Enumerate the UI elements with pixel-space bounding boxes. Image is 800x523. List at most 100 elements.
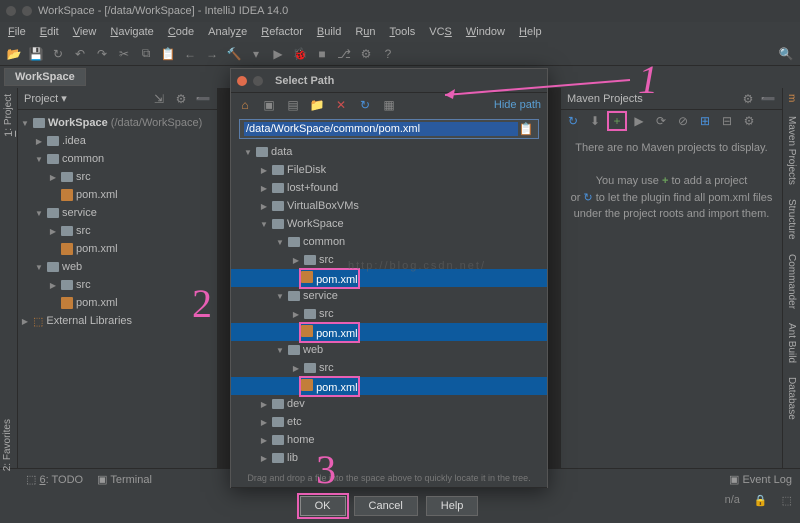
window-control-icon[interactable]: [22, 6, 32, 16]
tab-favorites-rail[interactable]: 2: Favorites: [0, 415, 18, 475]
dialog-tree-node[interactable]: ▶src: [231, 359, 547, 377]
tab-terminal[interactable]: ▣ Terminal: [97, 473, 152, 486]
menu-help[interactable]: Help: [519, 26, 542, 38]
tree-node[interactable]: ▶src: [20, 276, 215, 294]
dialog-tree-node[interactable]: ▼data: [231, 143, 547, 161]
generate-icon[interactable]: ⬇: [587, 113, 603, 129]
add-icon[interactable]: +: [609, 113, 625, 129]
dialog-tree-node[interactable]: ▶dev: [231, 395, 547, 413]
ok-button[interactable]: OK: [300, 496, 346, 516]
tree-node[interactable]: ▶src: [20, 168, 215, 186]
menu-file[interactable]: File: [8, 26, 26, 38]
gear-icon[interactable]: ⚙: [740, 91, 756, 107]
window-control-icon[interactable]: [6, 6, 16, 16]
expand-arrow-icon[interactable]: ▶: [259, 202, 269, 211]
dialog-close-icon[interactable]: [237, 76, 247, 86]
workspace-tab[interactable]: WorkSpace: [4, 68, 86, 86]
menu-view[interactable]: View: [73, 26, 97, 38]
menu-tools[interactable]: Tools: [390, 26, 416, 38]
tab-database[interactable]: Database: [786, 377, 797, 420]
save-icon[interactable]: 💾: [28, 46, 44, 62]
help-icon[interactable]: ?: [380, 46, 396, 62]
status-widget-icon[interactable]: ⬚: [782, 494, 792, 507]
expand-arrow-icon[interactable]: ▼: [275, 238, 285, 247]
dialog-tree-node[interactable]: ▶src: [231, 305, 547, 323]
expand-arrow-icon[interactable]: ▼: [275, 346, 285, 355]
expand-arrow-icon[interactable]: ▶: [291, 256, 301, 265]
refresh-icon[interactable]: ↻: [50, 46, 66, 62]
tree-node[interactable]: ▼service: [20, 204, 215, 222]
expand-arrow-icon[interactable]: ▶: [259, 436, 269, 445]
new-folder-icon[interactable]: 📁: [309, 97, 325, 113]
forward-icon[interactable]: →: [204, 46, 220, 62]
refresh-icon[interactable]: ↻: [357, 97, 373, 113]
tree-node[interactable]: ▶src: [20, 222, 215, 240]
tab-commander[interactable]: Commander: [786, 254, 797, 309]
back-icon[interactable]: ←: [182, 46, 198, 62]
tab-maven-projects-label[interactable]: Maven Projects: [786, 116, 797, 185]
dialog-tree-node[interactable]: ▶lost+found: [231, 179, 547, 197]
tree-node[interactable]: ▼common: [20, 150, 215, 168]
show-hidden-icon[interactable]: ▦: [381, 97, 397, 113]
paste-icon[interactable]: 📋: [160, 46, 176, 62]
hide-icon[interactable]: ➖: [195, 91, 211, 107]
dialog-tree-node[interactable]: ▼web: [231, 341, 547, 359]
dialog-tree-node[interactable]: ▼service: [231, 287, 547, 305]
dialog-tree-node[interactable]: ▶src: [231, 251, 547, 269]
show-deps-icon[interactable]: ⊞: [697, 113, 713, 129]
expand-arrow-icon[interactable]: ▼: [275, 292, 285, 301]
cancel-button[interactable]: Cancel: [354, 496, 418, 516]
search-icon[interactable]: 🔍: [778, 46, 794, 62]
dialog-tree-node[interactable]: ▶VirtualBoxVMs: [231, 197, 547, 215]
tab-ant-build[interactable]: Ant Build: [786, 323, 797, 363]
menu-refactor[interactable]: Refactor: [261, 26, 303, 38]
tree-node[interactable]: pom.xml: [20, 186, 215, 204]
run-icon[interactable]: ▶: [270, 46, 286, 62]
stop-icon[interactable]: ■: [314, 46, 330, 62]
tree-root[interactable]: ▼ WorkSpace (/data/WorkSpace): [20, 114, 215, 132]
expand-arrow-icon[interactable]: ▶: [291, 364, 301, 373]
hide-icon[interactable]: ➖: [760, 91, 776, 107]
toggle-icon[interactable]: ⊘: [675, 113, 691, 129]
menu-edit[interactable]: Edit: [40, 26, 59, 38]
execute-icon[interactable]: ⟳: [653, 113, 669, 129]
history-icon[interactable]: 📋: [518, 121, 534, 137]
expand-arrow-icon[interactable]: ▶: [291, 310, 301, 319]
expand-arrow-icon[interactable]: ▶: [259, 400, 269, 409]
tree-node[interactable]: pom.xml: [20, 240, 215, 258]
settings-icon[interactable]: ⚙: [358, 46, 374, 62]
menu-navigate[interactable]: Navigate: [110, 26, 153, 38]
event-log-link[interactable]: ▣ Event Log: [729, 473, 792, 486]
tab-project-rail[interactable]: 1: Project: [3, 94, 15, 137]
run-icon[interactable]: ▶: [631, 113, 647, 129]
dialog-tree-node[interactable]: ▶home: [231, 431, 547, 449]
expand-arrow-icon[interactable]: ▼: [20, 119, 30, 128]
redo-icon[interactable]: ↷: [94, 46, 110, 62]
expand-arrow-icon[interactable]: ▶: [259, 454, 269, 463]
expand-arrow-icon[interactable]: ▶: [259, 166, 269, 175]
desktop-icon[interactable]: ▣: [261, 97, 277, 113]
dialog-tree-node[interactable]: pom.xml: [231, 377, 547, 395]
run-config-icon[interactable]: ▾: [248, 46, 264, 62]
path-input[interactable]: [244, 122, 518, 136]
status-lock-icon[interactable]: 🔒: [754, 494, 768, 507]
debug-icon[interactable]: 🐞: [292, 46, 308, 62]
tab-structure[interactable]: Structure: [786, 199, 797, 240]
dialog-tree-node[interactable]: ▶lib: [231, 449, 547, 467]
project-tree[interactable]: ▼ WorkSpace (/data/WorkSpace) ▶.idea ▼co…: [18, 110, 217, 334]
tab-maven-projects[interactable]: m: [786, 94, 797, 102]
help-button[interactable]: Help: [426, 496, 479, 516]
home-icon[interactable]: ⌂: [237, 97, 253, 113]
cut-icon[interactable]: ✂: [116, 46, 132, 62]
tree-external-libs[interactable]: ▶⬚External Libraries: [20, 312, 215, 330]
menu-code[interactable]: Code: [168, 26, 194, 38]
dialog-min-icon[interactable]: [253, 76, 263, 86]
path-input-field[interactable]: 📋: [239, 119, 539, 139]
tree-node[interactable]: pom.xml: [20, 294, 215, 312]
open-icon[interactable]: 📂: [6, 46, 22, 62]
menu-run[interactable]: Run: [355, 26, 375, 38]
expand-arrow-icon[interactable]: ▼: [243, 148, 253, 157]
menu-build[interactable]: Build: [317, 26, 341, 38]
dialog-tree-node[interactable]: ▼WorkSpace: [231, 215, 547, 233]
menu-window[interactable]: Window: [466, 26, 505, 38]
